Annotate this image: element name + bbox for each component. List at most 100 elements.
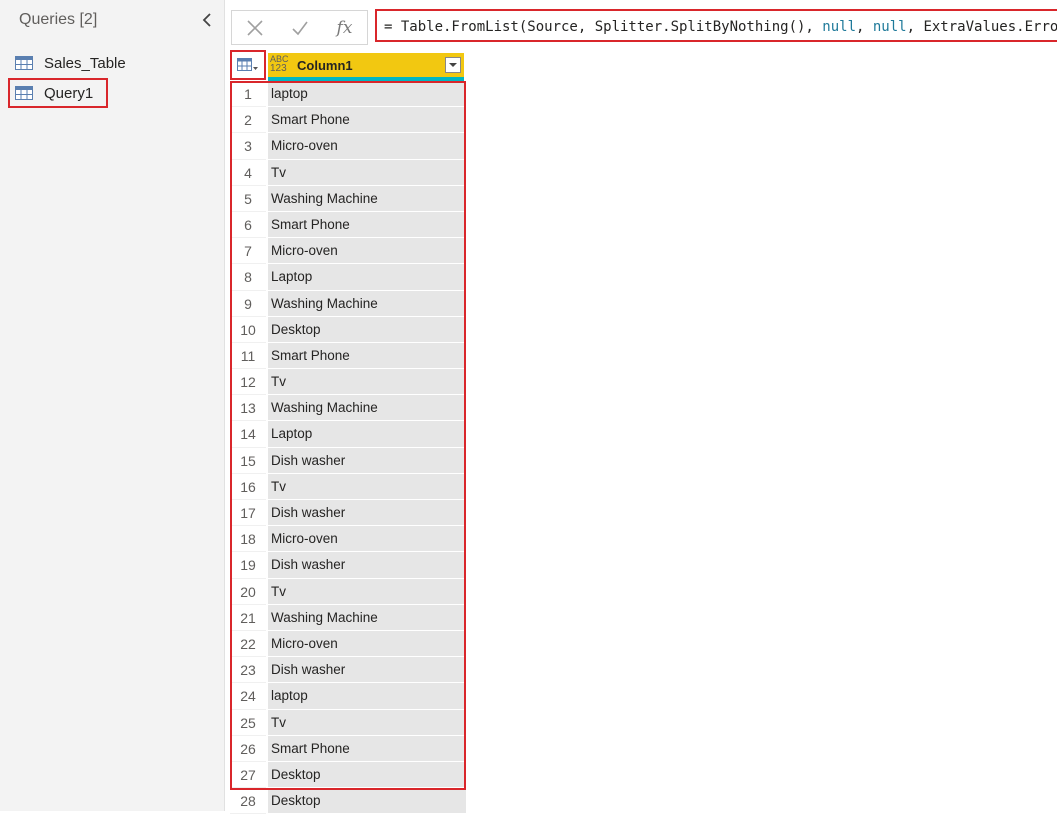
row-number[interactable]: 27: [230, 761, 266, 789]
table-cell[interactable]: Washing Machine: [268, 185, 466, 212]
table-cell[interactable]: Micro-oven: [268, 526, 466, 553]
type-label-bottom: 123: [270, 63, 287, 74]
table-cell[interactable]: Laptop: [268, 264, 466, 291]
cancel-button[interactable]: [232, 11, 277, 44]
row-number[interactable]: 22: [230, 630, 266, 658]
column-filter-button[interactable]: [445, 57, 461, 73]
table-row[interactable]: 26 Smart Phone: [230, 735, 466, 762]
table-cell[interactable]: Dish washer: [268, 500, 466, 527]
table-cell[interactable]: Smart Phone: [268, 342, 466, 370]
row-number[interactable]: 28: [230, 788, 266, 814]
table-row[interactable]: 20 Tv: [230, 578, 466, 605]
table-cell[interactable]: Dish washer: [268, 552, 466, 579]
row-number[interactable]: 16: [230, 473, 266, 500]
table-row[interactable]: 21 Washing Machine: [230, 604, 466, 631]
table-cell[interactable]: Tv: [268, 369, 466, 396]
table-menu-button[interactable]: [230, 50, 266, 80]
row-number[interactable]: 6: [230, 211, 266, 239]
table-row[interactable]: 11 Smart Phone: [230, 342, 466, 370]
row-number[interactable]: 15: [230, 447, 266, 474]
table-cell[interactable]: Dish washer: [268, 447, 466, 474]
table-cell[interactable]: Micro-oven: [268, 238, 466, 265]
table-cell[interactable]: Desktop: [268, 761, 466, 789]
table-cell[interactable]: Washing Machine: [268, 395, 466, 422]
table-row[interactable]: 8 Laptop: [230, 264, 466, 291]
table-row[interactable]: 4 Tv: [230, 159, 466, 186]
table-cell[interactable]: Tv: [268, 159, 466, 186]
row-number[interactable]: 4: [230, 159, 266, 186]
row-number[interactable]: 24: [230, 683, 266, 710]
table-row[interactable]: 23 Dish washer: [230, 657, 466, 684]
table-row[interactable]: 5 Washing Machine: [230, 185, 466, 212]
table-row[interactable]: 15 Dish washer: [230, 447, 466, 474]
row-number[interactable]: 8: [230, 264, 266, 291]
table-cell[interactable]: Washing Machine: [268, 290, 466, 317]
formula-null-keyword: null: [822, 19, 857, 35]
table-cell[interactable]: Tv: [268, 709, 466, 736]
row-number[interactable]: 13: [230, 395, 266, 422]
row-number[interactable]: 17: [230, 500, 266, 527]
row-number[interactable]: 11: [230, 342, 266, 370]
row-number[interactable]: 21: [230, 604, 266, 631]
query-item-sales-table[interactable]: Sales_Table: [8, 48, 220, 78]
insert-function-button[interactable]: fx: [322, 11, 367, 44]
table-cell[interactable]: Dish washer: [268, 657, 466, 684]
table-cell[interactable]: Smart Phone: [268, 735, 466, 762]
table-row[interactable]: 24 laptop: [230, 683, 466, 710]
commit-button[interactable]: [277, 11, 322, 44]
table-row[interactable]: 22 Micro-oven: [230, 630, 466, 658]
table-row[interactable]: 17 Dish washer: [230, 500, 466, 527]
row-number[interactable]: 23: [230, 657, 266, 684]
row-number[interactable]: 1: [230, 81, 266, 108]
table-row[interactable]: 19 Dish washer: [230, 552, 466, 579]
grid-header: ABC 123 Column1: [230, 50, 466, 81]
table-row[interactable]: 9 Washing Machine: [230, 290, 466, 317]
row-number[interactable]: 9: [230, 290, 266, 317]
table-cell[interactable]: Smart Phone: [268, 211, 466, 239]
table-row[interactable]: 13 Washing Machine: [230, 395, 466, 422]
row-number[interactable]: 25: [230, 709, 266, 736]
row-number[interactable]: 18: [230, 526, 266, 553]
table-row[interactable]: 25 Tv: [230, 709, 466, 736]
table-row[interactable]: 14 Laptop: [230, 421, 466, 448]
table-cell[interactable]: laptop: [268, 81, 466, 108]
table-row[interactable]: 28 Desktop: [230, 788, 466, 814]
table-cell[interactable]: Laptop: [268, 421, 466, 448]
table-cell[interactable]: laptop: [268, 683, 466, 710]
row-number[interactable]: 14: [230, 421, 266, 448]
table-row[interactable]: 16 Tv: [230, 473, 466, 500]
row-number[interactable]: 26: [230, 735, 266, 762]
formula-input[interactable]: = Table.FromList(Source, Splitter.SplitB…: [375, 9, 1057, 42]
table-cell[interactable]: Tv: [268, 578, 466, 605]
table-cell[interactable]: Micro-oven: [268, 133, 466, 160]
table-cell[interactable]: Tv: [268, 473, 466, 500]
row-number[interactable]: 2: [230, 107, 266, 134]
table-row[interactable]: 12 Tv: [230, 369, 466, 396]
chevron-left-icon[interactable]: [200, 12, 216, 28]
table-row[interactable]: 18 Micro-oven: [230, 526, 466, 553]
table-cell[interactable]: Smart Phone: [268, 107, 466, 134]
row-number[interactable]: 10: [230, 316, 266, 343]
table-icon: [15, 85, 33, 101]
table-row[interactable]: 3 Micro-oven: [230, 133, 466, 160]
table-cell[interactable]: Desktop: [268, 316, 466, 343]
table-cell[interactable]: Micro-oven: [268, 630, 466, 658]
table-row[interactable]: 10 Desktop: [230, 316, 466, 343]
row-number[interactable]: 5: [230, 185, 266, 212]
query-item-query1[interactable]: Query1: [8, 78, 108, 108]
row-number[interactable]: 3: [230, 133, 266, 160]
row-number[interactable]: 19: [230, 552, 266, 579]
table-cell[interactable]: Desktop: [268, 788, 466, 814]
table-row[interactable]: 2 Smart Phone: [230, 107, 466, 134]
any-type-icon[interactable]: ABC 123: [270, 55, 289, 74]
table-row[interactable]: 27 Desktop: [230, 761, 466, 789]
queries-pane: Queries [2] Sales_Table Query1: [0, 0, 225, 811]
column-header-column1[interactable]: ABC 123 Column1: [268, 53, 464, 80]
table-row[interactable]: 7 Micro-oven: [230, 238, 466, 265]
row-number[interactable]: 7: [230, 238, 266, 265]
table-row[interactable]: 1 laptop: [230, 81, 466, 108]
row-number[interactable]: 20: [230, 578, 266, 605]
table-cell[interactable]: Washing Machine: [268, 604, 466, 631]
table-row[interactable]: 6 Smart Phone: [230, 211, 466, 239]
row-number[interactable]: 12: [230, 369, 266, 396]
